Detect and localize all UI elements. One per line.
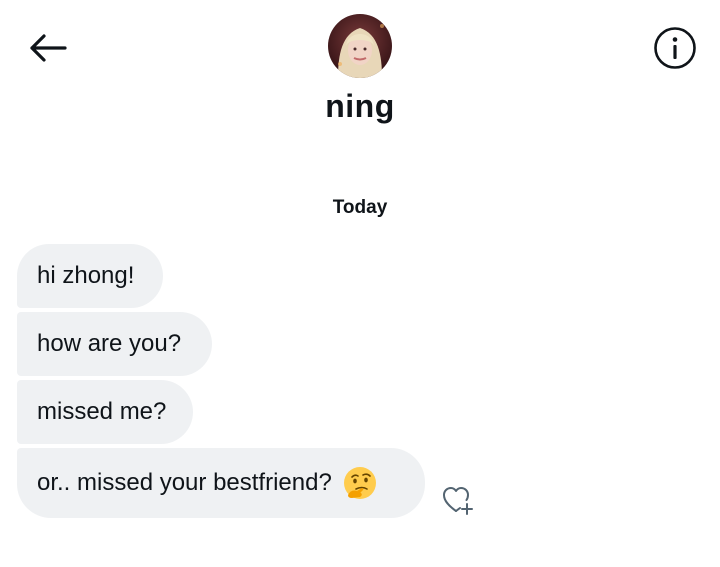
message-bubble[interactable]: hi zhong! [17, 244, 163, 308]
contact-name: ning [325, 88, 395, 124]
day-separator: Today [332, 197, 388, 218]
message-bubble[interactable]: missed me? [17, 380, 193, 444]
message-text: how are you? [37, 330, 182, 357]
message-bubble[interactable]: or.. missed your bestfriend? [17, 448, 425, 518]
back-button[interactable] [24, 26, 70, 70]
heart-plus-icon [443, 487, 473, 515]
info-button[interactable] [652, 25, 698, 71]
avatar[interactable] [328, 14, 392, 78]
add-reaction-button[interactable] [441, 484, 475, 516]
message-text: hi zhong! [37, 262, 135, 289]
conversation-header: ning [0, 0, 720, 140]
message-text: missed me? [37, 398, 167, 425]
message-text: or.. missed your bestfriend? [37, 469, 332, 496]
back-arrow-icon [30, 34, 67, 62]
thinking-face-icon [343, 467, 376, 499]
info-icon [654, 27, 696, 69]
message-bubble[interactable]: how are you? [17, 312, 212, 376]
